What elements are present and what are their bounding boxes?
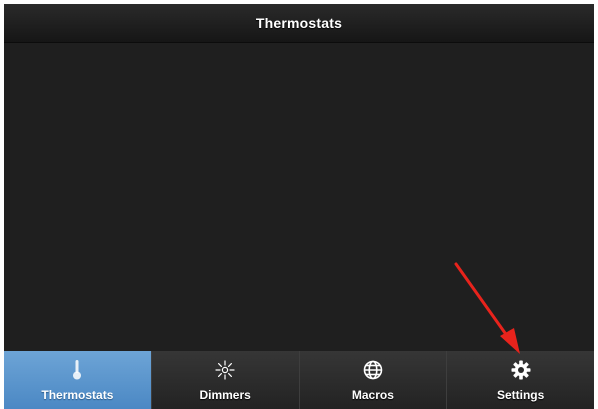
- app-window: Thermostats Thermostats Dimmers Macros S…: [4, 4, 594, 409]
- globe-icon: [362, 358, 384, 382]
- bottom-tab-bar: Thermostats Dimmers Macros Settings: [4, 351, 594, 409]
- dimmer-icon: [214, 358, 236, 382]
- tab-settings[interactable]: Settings: [446, 351, 594, 409]
- tab-label: Settings: [496, 388, 545, 402]
- gear-icon: [510, 358, 532, 382]
- tab-label: Macros: [351, 388, 394, 402]
- header-bar: Thermostats: [4, 4, 594, 43]
- tab-dimmers[interactable]: Dimmers: [150, 351, 299, 409]
- tab-macros[interactable]: Macros: [298, 351, 447, 409]
- tab-label: Dimmers: [199, 388, 251, 402]
- thermometer-icon: [71, 358, 83, 382]
- main-content-area: [4, 43, 594, 351]
- tab-label: Thermostats: [41, 388, 114, 402]
- tab-thermostats[interactable]: Thermostats: [4, 351, 151, 409]
- page-title: Thermostats: [255, 15, 343, 31]
